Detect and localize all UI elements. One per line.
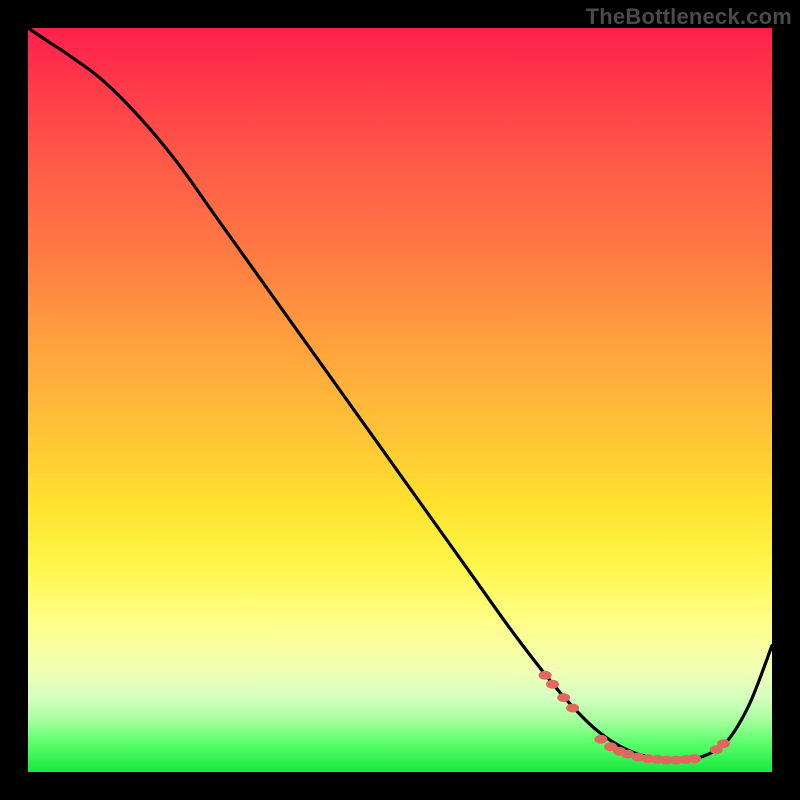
plot-area bbox=[28, 28, 772, 772]
highlight-dot bbox=[539, 671, 552, 680]
curve-layer bbox=[28, 28, 772, 772]
bottleneck-curve bbox=[28, 28, 772, 760]
highlight-dot bbox=[546, 680, 559, 689]
highlight-dot bbox=[688, 754, 701, 763]
highlight-dot bbox=[557, 693, 570, 702]
highlight-dot bbox=[566, 704, 579, 713]
chart-frame: TheBottleneck.com bbox=[0, 0, 800, 800]
watermark-text: TheBottleneck.com bbox=[586, 4, 792, 30]
highlight-dot bbox=[594, 735, 607, 744]
highlight-dot bbox=[717, 739, 730, 748]
highlight-markers bbox=[539, 671, 731, 765]
